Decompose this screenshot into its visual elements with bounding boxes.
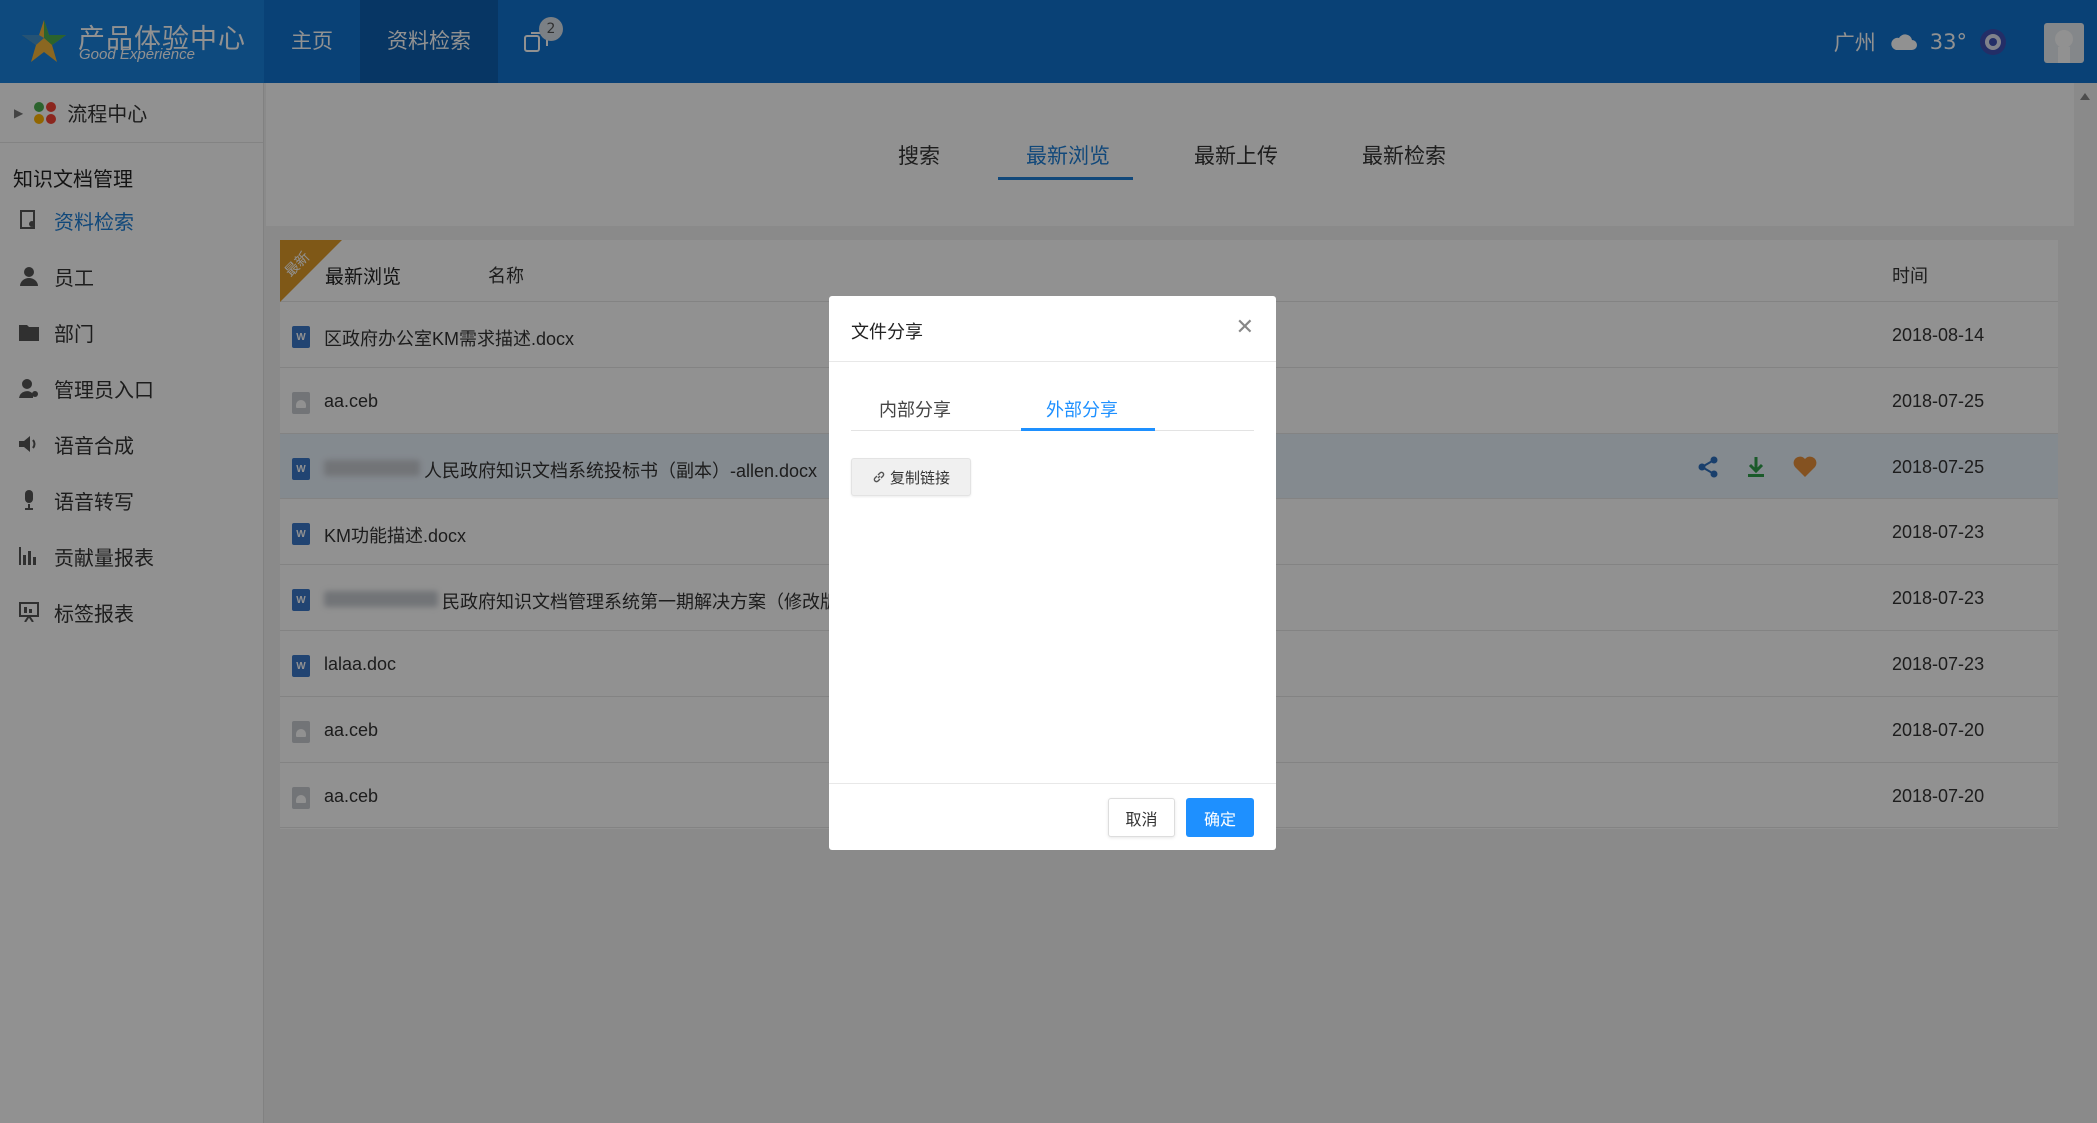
copy-link-label: 复制链接 bbox=[889, 468, 950, 487]
share-tabs: 内部分享 外部分享 bbox=[851, 391, 1254, 431]
tab-internal-share[interactable]: 内部分享 bbox=[879, 396, 951, 422]
dialog-footer: 取消 确定 bbox=[829, 783, 1276, 850]
link-icon bbox=[873, 471, 885, 483]
share-tab-indicator bbox=[1021, 428, 1155, 431]
dialog-header: 文件分享 ✕ bbox=[829, 296, 1276, 362]
copy-link-button[interactable]: 复制链接 bbox=[851, 458, 971, 496]
close-icon[interactable]: ✕ bbox=[1236, 314, 1254, 340]
cancel-button[interactable]: 取消 bbox=[1108, 798, 1175, 837]
tab-external-share[interactable]: 外部分享 bbox=[1046, 396, 1118, 422]
confirm-button[interactable]: 确定 bbox=[1186, 798, 1254, 837]
dialog-title: 文件分享 bbox=[851, 322, 923, 343]
file-share-dialog: 文件分享 ✕ 内部分享 外部分享 复制链接 取消 确定 bbox=[829, 296, 1276, 850]
